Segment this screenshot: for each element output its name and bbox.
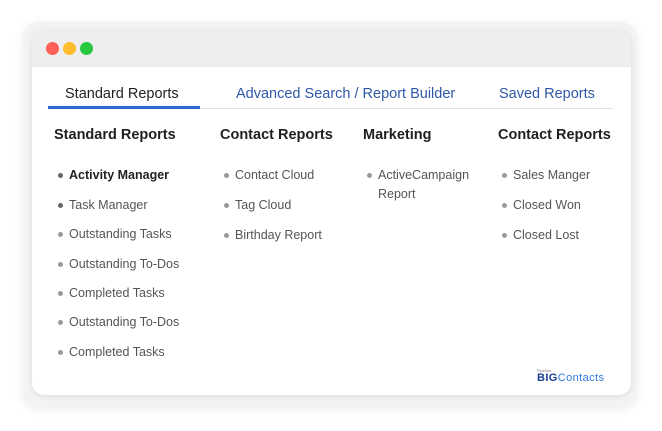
bullet-icon [58,320,63,325]
report-link-closed-lost[interactable]: Closed Lost [513,226,579,245]
report-link-completed-tasks-2[interactable]: Completed Tasks [69,343,165,362]
bullet-icon [58,350,63,355]
bullet-icon [58,203,63,208]
standard-reports-heading: Standard Reports [54,127,176,143]
report-link-outstanding-tasks[interactable]: Outstanding Tasks [69,225,172,244]
bullet-icon [58,232,63,237]
bullet-icon [224,203,229,208]
report-link-closed-won[interactable]: Closed Won [513,196,581,215]
maximize-window-dot[interactable] [80,42,93,55]
tab-standard-reports[interactable]: Standard Reports [65,86,179,102]
contact-reports-heading-2: Contact Reports [498,127,611,143]
window-titlebar [32,31,631,67]
bullet-icon [224,173,229,178]
active-tab-indicator [48,106,200,109]
report-link-completed-tasks[interactable]: Completed Tasks [69,284,165,303]
report-link-tag-cloud[interactable]: Tag Cloud [235,196,291,215]
report-link-activity-manager[interactable]: Activity Manager [69,166,169,185]
tab-advanced-search-report-builder[interactable]: Advanced Search / Report Builder [236,86,455,102]
contact-reports-heading: Contact Reports [220,127,333,143]
report-link-contact-cloud[interactable]: Contact Cloud [235,166,314,185]
report-link-sales-manger[interactable]: Sales Manger [513,166,590,185]
bullet-icon [502,233,507,238]
report-link-birthday-report[interactable]: Birthday Report [235,226,322,245]
logo-wordmark: BIGContacts [537,372,604,384]
tab-saved-reports[interactable]: Saved Reports [499,86,595,102]
bullet-icon [58,291,63,296]
report-link-outstanding-todos[interactable]: Outstanding To-Dos [69,255,179,274]
logo-part-big: BIG [537,372,558,384]
report-link-outstanding-todos-2[interactable]: Outstanding To-Dos [69,313,179,332]
close-window-dot[interactable] [46,42,59,55]
bullet-icon [367,173,372,178]
bullet-icon [502,173,507,178]
marketing-heading: Marketing [363,127,432,143]
bullet-icon [502,203,507,208]
bullet-icon [58,262,63,267]
report-window: Standard Reports Advanced Search / Repor… [32,31,631,395]
bullet-icon [58,173,63,178]
report-link-task-manager[interactable]: Task Manager [69,196,148,215]
bullet-icon [224,233,229,238]
report-link-activecampaign-report[interactable]: ActiveCampaign Report [378,166,478,204]
logo-part-contacts: Contacts [557,372,605,384]
minimize-window-dot[interactable] [63,42,76,55]
